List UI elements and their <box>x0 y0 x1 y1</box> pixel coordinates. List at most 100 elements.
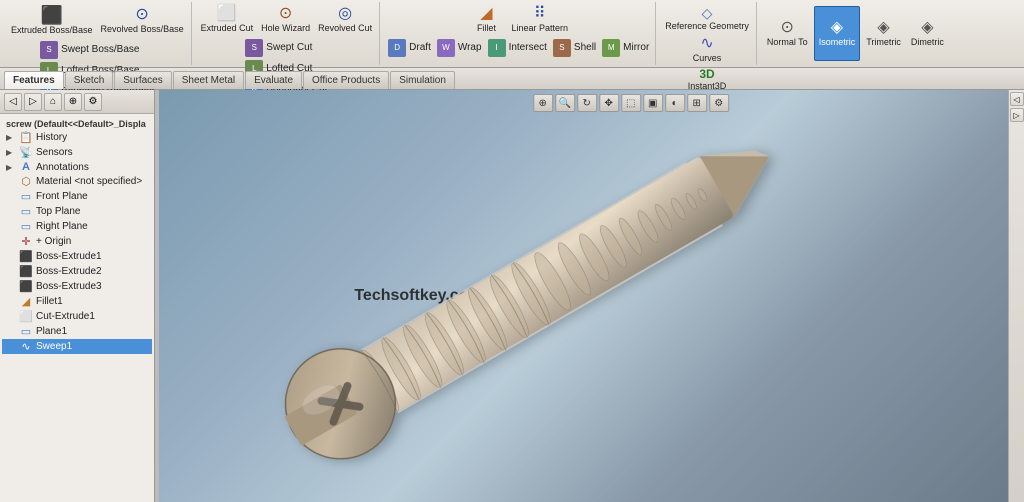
sensors-icon: 📡 <box>19 146 33 159</box>
curves-button[interactable]: ∿ Curves <box>687 35 727 65</box>
boss-extrude2-label: Boss-Extrude2 <box>36 266 102 277</box>
linear-pattern-button[interactable]: ⠿ Linear Pattern <box>508 4 571 36</box>
sensors-label: Sensors <box>36 147 73 158</box>
intersect-icon: I <box>488 39 506 57</box>
material-icon: ⬡ <box>19 175 33 188</box>
sidebar-forward-button[interactable]: ▷ <box>24 93 42 111</box>
ref-curves-group: ◇ Reference Geometry ∿ Curves 3D Instant… <box>658 2 757 65</box>
right-plane-icon: ▭ <box>19 220 33 233</box>
collapse-panel-button[interactable]: ◁ <box>1010 92 1024 106</box>
swept-boss-label: Swept Boss/Base <box>61 44 139 55</box>
tree-item-right-plane[interactable]: ▭ Right Plane <box>2 219 152 234</box>
draft-button[interactable]: D Draft <box>386 38 433 58</box>
canvas-area: ⊕ 🔍 ↻ ✥ ⬚ ▣ ◐ ⊞ ⚙ Techsoftkey.com <box>159 90 1024 502</box>
tab-bar: Features Sketch Surfaces Sheet Metal Eva… <box>0 68 1024 90</box>
extruded-boss-button[interactable]: ⬛ Extruded Boss/Base <box>8 4 96 38</box>
fillet1-icon: ◢ <box>19 295 33 308</box>
history-icon: 📋 <box>19 131 33 144</box>
tab-surfaces[interactable]: Surfaces <box>114 71 171 89</box>
isometric-button[interactable]: ◈ Isometric <box>814 6 861 61</box>
boss-extrude3-icon: ⬛ <box>19 280 33 293</box>
linear-pattern-label: Linear Pattern <box>511 23 568 34</box>
mirror-button[interactable]: M Mirror <box>600 38 651 58</box>
front-plane-icon: ▭ <box>19 190 33 203</box>
sidebar-settings-button[interactable]: ⚙ <box>84 93 102 111</box>
collapse-icon-annotations: ▶ <box>6 163 16 172</box>
trimetric-button[interactable]: ◈ Trimetric <box>862 6 905 61</box>
tree-item-boss-extrude3[interactable]: ⬛ Boss-Extrude3 <box>2 279 152 294</box>
annotations-label: Annotations <box>36 162 89 173</box>
reference-geometry-icon: ◇ <box>702 6 713 20</box>
extruded-cut-button[interactable]: ⬜ Extruded Cut <box>198 4 257 36</box>
right-plane-label: Right Plane <box>36 221 88 232</box>
dimetric-button[interactable]: ◈ Dimetric <box>907 6 948 61</box>
sidebar-toolbar: ◁ ▷ ⌂ ⊕ ⚙ <box>0 90 154 114</box>
origin-label: + Origin <box>36 236 71 247</box>
boss-extrude2-icon: ⬛ <box>19 265 33 278</box>
hole-wizard-button[interactable]: ⊙ Hole Wizard <box>258 4 313 36</box>
expand-panel-button[interactable]: ▷ <box>1010 108 1024 122</box>
cut-extrude1-label: Cut-Extrude1 <box>36 311 95 322</box>
revolved-boss-button[interactable]: ⊙ Revolved Boss/Base <box>98 5 187 37</box>
shell-label: Shell <box>574 42 596 53</box>
tree-item-origin[interactable]: ✛ + Origin <box>2 234 152 249</box>
boss-extrude1-label: Boss-Extrude1 <box>36 251 102 262</box>
boss-extrude1-icon: ⬛ <box>19 250 33 263</box>
sidebar-back-button[interactable]: ◁ <box>4 93 22 111</box>
front-plane-label: Front Plane <box>36 191 88 202</box>
right-collapse-panel: ◁ ▷ <box>1008 90 1024 502</box>
tree-item-fillet1[interactable]: ◢ Fillet1 <box>2 294 152 309</box>
tree-item-boss-extrude1[interactable]: ⬛ Boss-Extrude1 <box>2 249 152 264</box>
tab-features[interactable]: Features <box>4 71 64 89</box>
tab-simulation[interactable]: Simulation <box>390 71 455 89</box>
cut-group: ⬜ Extruded Cut ⊙ Hole Wizard ◎ Revolved … <box>194 2 381 65</box>
tree-item-history[interactable]: ▶ 📋 History <box>2 130 152 145</box>
main-area: ◁ ▷ ⌂ ⊕ ⚙ screw (Default<<Default>_Displ… <box>0 90 1024 502</box>
isometric-label: Isometric <box>819 37 856 47</box>
sidebar: ◁ ▷ ⌂ ⊕ ⚙ screw (Default<<Default>_Displ… <box>0 90 155 502</box>
extrude-revolve-group: ⬛ Extruded Boss/Base ⊙ Revolved Boss/Bas… <box>4 2 192 65</box>
revolved-boss-label: Revolved Boss/Base <box>101 24 184 35</box>
swept-boss-button[interactable]: S Swept Boss/Base <box>38 40 156 60</box>
hole-wizard-icon: ⊙ <box>279 6 292 22</box>
tree-item-top-plane[interactable]: ▭ Top Plane <box>2 204 152 219</box>
tree-item-front-plane[interactable]: ▭ Front Plane <box>2 189 152 204</box>
shell-button[interactable]: S Shell <box>551 38 598 58</box>
fillet-button[interactable]: ◢ Fillet <box>466 4 506 36</box>
normal-to-label: Normal To <box>767 37 808 47</box>
intersect-button[interactable]: I Intersect <box>486 38 549 58</box>
tree-item-annotations[interactable]: ▶ A Annotations <box>2 160 152 174</box>
sidebar-home-button[interactable]: ⌂ <box>44 93 62 111</box>
tree-item-boss-extrude2[interactable]: ⬛ Boss-Extrude2 <box>2 264 152 279</box>
revolved-cut-button[interactable]: ◎ Revolved Cut <box>315 4 375 36</box>
tab-evaluate[interactable]: Evaluate <box>245 71 302 89</box>
tab-office-products[interactable]: Office Products <box>303 71 389 89</box>
tab-sheet-metal[interactable]: Sheet Metal <box>173 71 244 89</box>
cut-extrude1-icon: ⬜ <box>19 310 33 323</box>
boss-base-row: ⬛ Extruded Boss/Base ⊙ Revolved Boss/Bas… <box>8 4 187 38</box>
revolved-cut-label: Revolved Cut <box>318 23 372 34</box>
extruded-cut-label: Extruded Cut <box>201 23 254 34</box>
extruded-boss-label: Extruded Boss/Base <box>11 25 93 36</box>
wrap-button[interactable]: W Wrap <box>435 38 484 58</box>
normal-to-button[interactable]: ⊙ Normal To <box>763 6 812 61</box>
tab-sketch[interactable]: Sketch <box>65 71 114 89</box>
shell-icon: S <box>553 39 571 57</box>
swept-cut-button[interactable]: S Swept Cut <box>243 38 329 58</box>
draft-icon: D <box>388 39 406 57</box>
wrap-label: Wrap <box>458 42 482 53</box>
tree-item-cut-extrude1[interactable]: ⬜ Cut-Extrude1 <box>2 309 152 324</box>
tree-item-sensors[interactable]: ▶ 📡 Sensors <box>2 145 152 160</box>
small-tools-row: D Draft W Wrap I Intersect S Shell M Mir… <box>386 38 651 58</box>
reference-geometry-button[interactable]: ◇ Reference Geometry <box>662 4 752 34</box>
main-toolbar: ⬛ Extruded Boss/Base ⊙ Revolved Boss/Bas… <box>0 0 1024 68</box>
tree-item-material[interactable]: ⬡ Material <not specified> <box>2 174 152 189</box>
tree-item-sweep1[interactable]: ∿ Sweep1 <box>2 339 152 354</box>
revolved-cut-icon: ◎ <box>338 6 352 22</box>
sidebar-zoom-button[interactable]: ⊕ <box>64 93 82 111</box>
wrap-icon: W <box>437 39 455 57</box>
tree-item-plane1[interactable]: ▭ Plane1 <box>2 324 152 339</box>
curves-icon: ∿ <box>700 36 713 52</box>
history-label: History <box>36 132 67 143</box>
swept-cut-icon: S <box>245 39 263 57</box>
